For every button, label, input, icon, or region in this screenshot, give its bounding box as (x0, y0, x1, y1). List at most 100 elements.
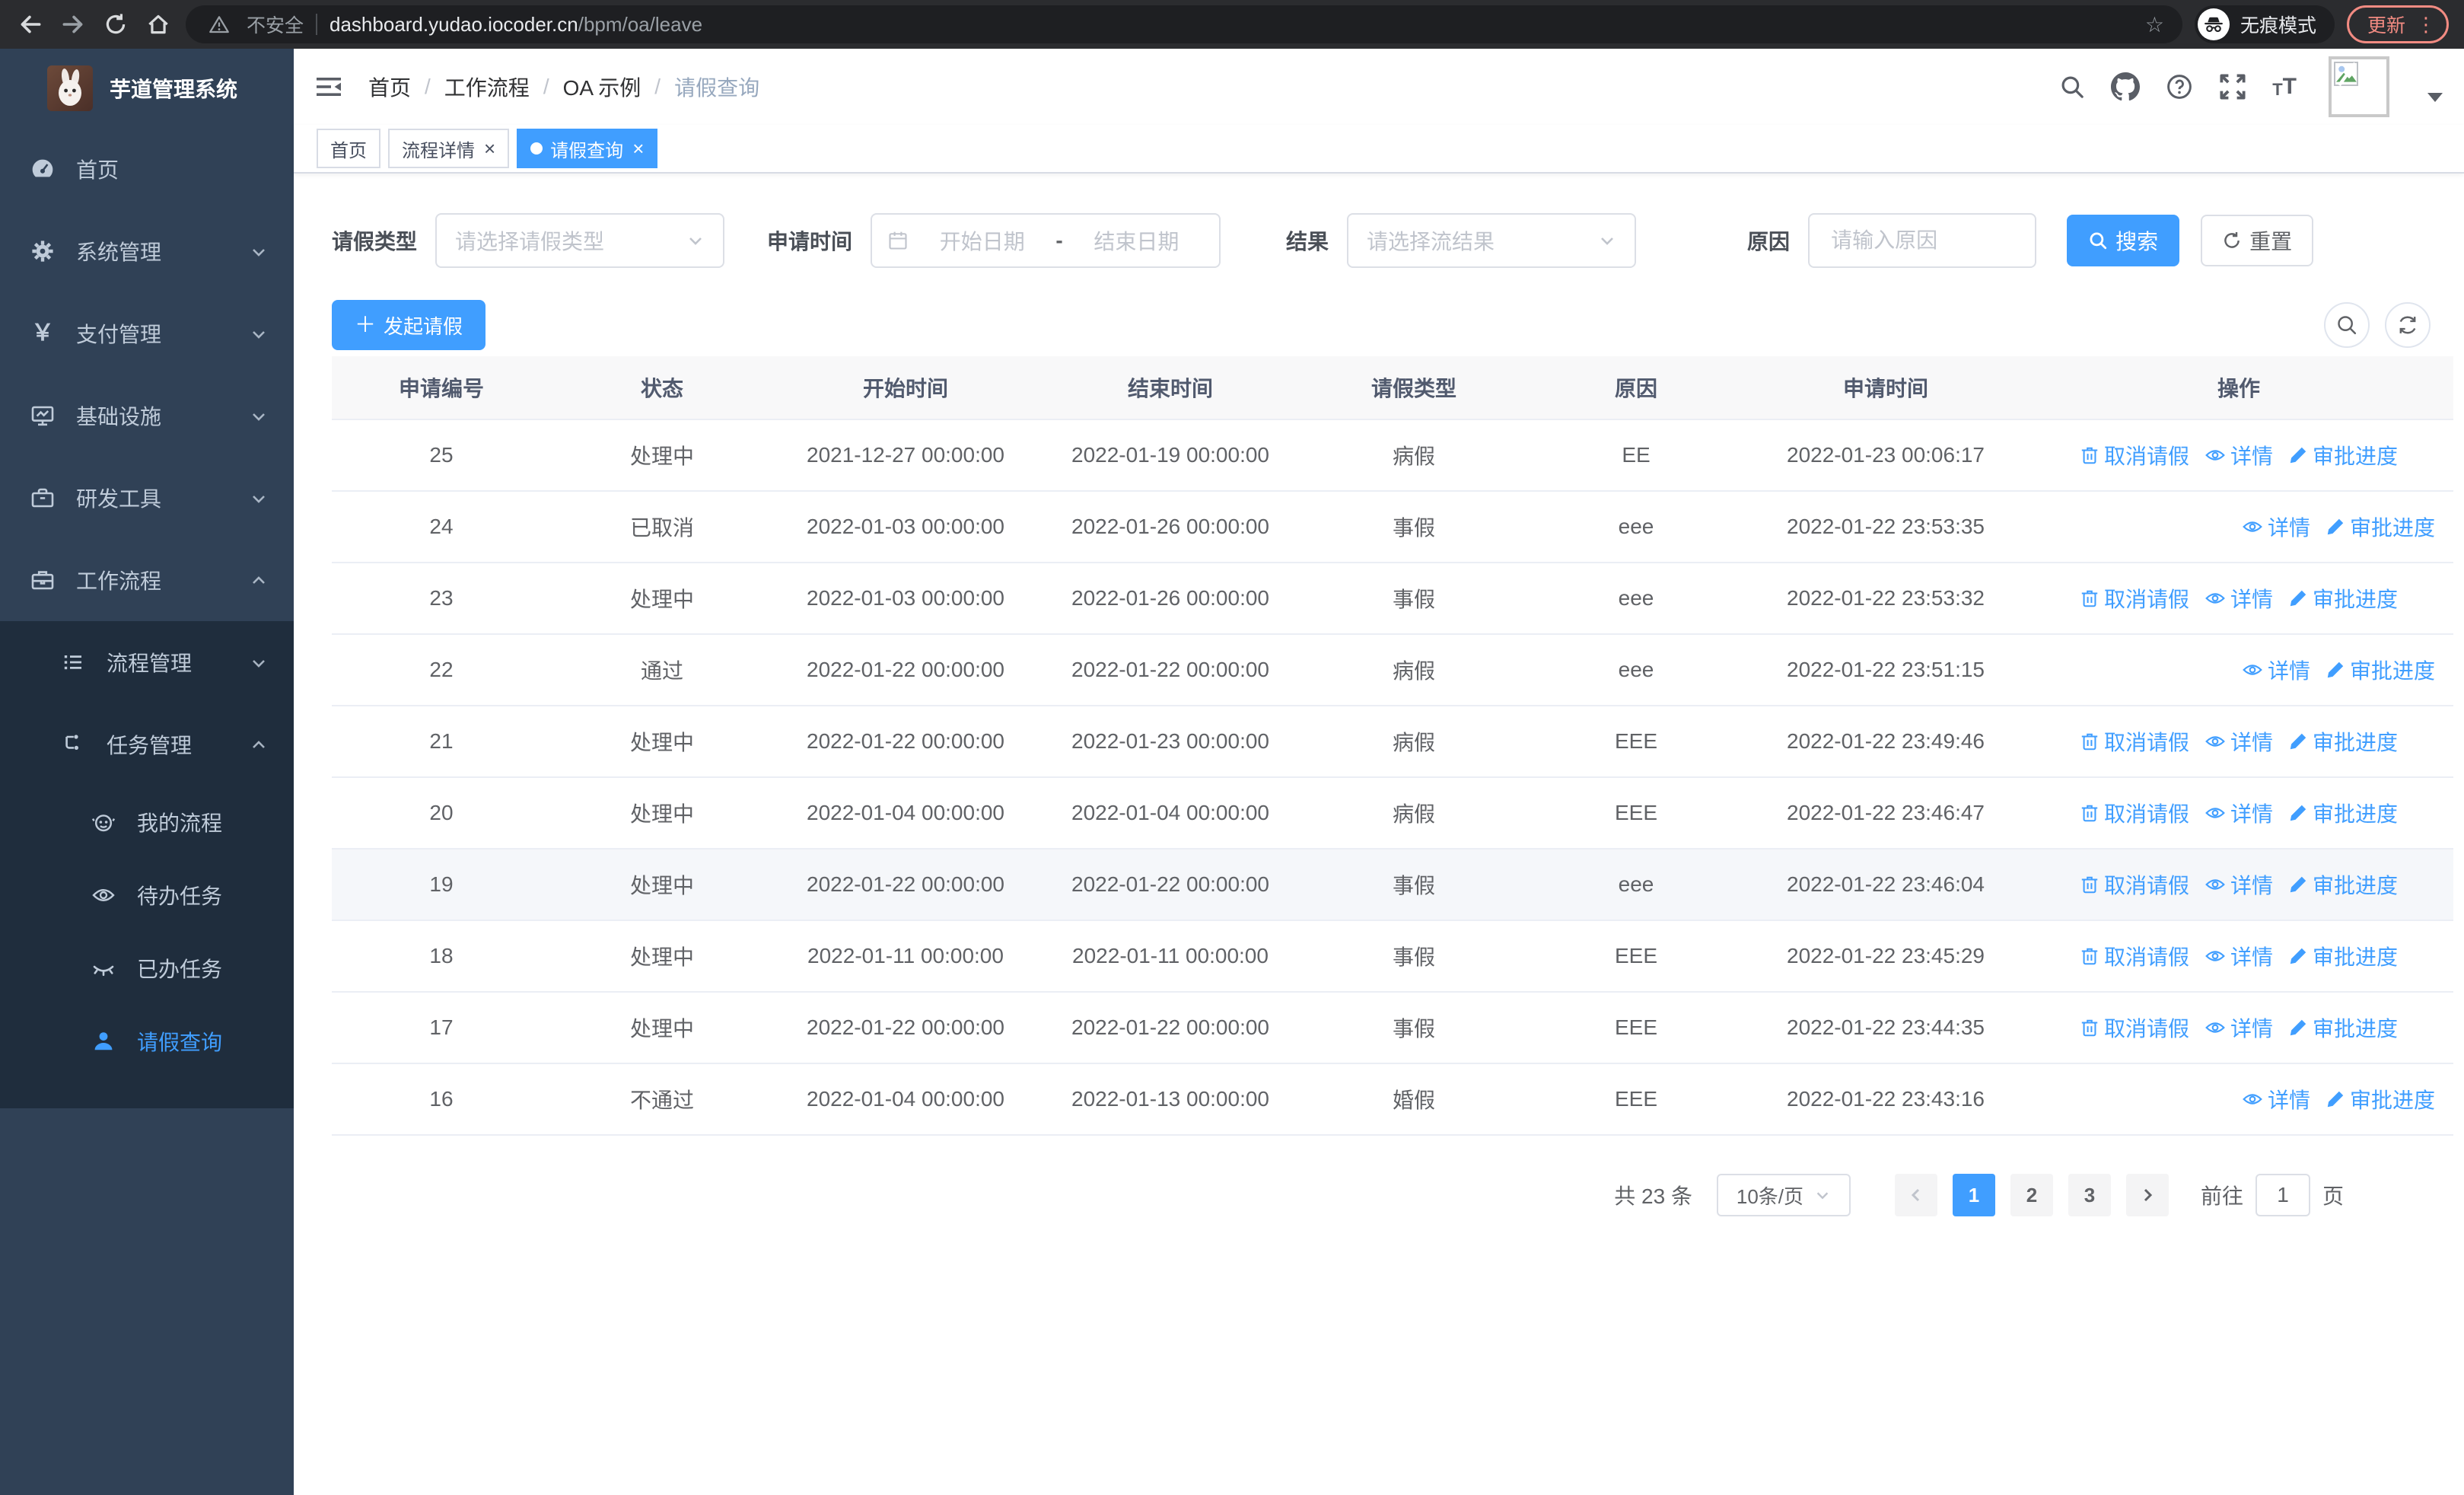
cell-type: 事假 (1392, 516, 1435, 540)
cancel-leave-link[interactable]: 取消请假 (2080, 798, 2189, 828)
date-separator: - (1055, 228, 1063, 252)
detail-link[interactable]: 详情 (2205, 583, 2273, 614)
detail-link[interactable]: 详情 (2205, 440, 2273, 470)
approval-progress-link[interactable]: 审批进度 (2288, 798, 2398, 828)
sidebar-item-done-tasks[interactable]: 已办任务 (0, 932, 294, 1005)
page-button-1[interactable]: 1 (1952, 1174, 1995, 1216)
approval-progress-link[interactable]: 审批进度 (2288, 941, 2398, 971)
tag-home[interactable]: 首页 (317, 129, 380, 168)
cell-id: 22 (429, 658, 454, 681)
approval-progress-link[interactable]: 审批进度 (2326, 1084, 2435, 1114)
cancel-leave-link[interactable]: 取消请假 (2080, 1012, 2189, 1043)
close-icon[interactable]: × (632, 139, 644, 158)
breadcrumb-home[interactable]: 首页 (368, 72, 411, 102)
cancel-leave-link[interactable]: 取消请假 (2080, 440, 2189, 470)
sidebar-item-label: 首页 (76, 158, 119, 182)
page-button-3[interactable]: 3 (2068, 1174, 2111, 1216)
tag-leave-query[interactable]: 请假查询 × (517, 129, 658, 168)
approval-progress-link[interactable]: 审批进度 (2288, 583, 2398, 614)
refresh-table-button[interactable] (2385, 302, 2431, 348)
date-start-placeholder[interactable]: 开始日期 (915, 225, 1049, 256)
reset-button[interactable]: 重置 (2201, 215, 2314, 266)
sidebar-menu: 首页 系统管理 ￥ 支付管理 基础设施 研发工具 工作流程 流程管理 任务管理 … (0, 128, 294, 1495)
sidebar-collapse-icon[interactable] (314, 72, 344, 102)
cancel-leave-link[interactable]: 取消请假 (2080, 941, 2189, 971)
detail-label: 详情 (2267, 659, 2310, 683)
detail-link[interactable]: 详情 (2205, 798, 2273, 828)
page-button-2[interactable]: 2 (2010, 1174, 2053, 1216)
page-size-select[interactable]: 10条/页 (1716, 1174, 1851, 1216)
pen-icon (2290, 733, 2306, 750)
cancel-leave-link[interactable]: 取消请假 (2080, 869, 2189, 900)
approval-progress-link[interactable]: 审批进度 (2288, 440, 2398, 470)
detail-link[interactable]: 详情 (2242, 655, 2310, 685)
update-button[interactable]: 更新 ⋮ (2346, 5, 2449, 43)
sidebar-item-system[interactable]: 系统管理 (0, 210, 294, 292)
sidebar-item-leave-query[interactable]: 请假查询 (0, 1005, 294, 1078)
table-header-row: 申请编号 状态 开始时间 结束时间 请假类型 原因 申请时间 操作 (332, 356, 2453, 420)
pen-icon (2327, 661, 2344, 678)
approval-progress-link[interactable]: 审批进度 (2326, 655, 2435, 685)
home-icon[interactable] (143, 9, 173, 40)
url-path: /bpm/oa/leave (578, 12, 703, 36)
detail-label: 详情 (2230, 445, 2273, 468)
next-page-button[interactable] (2125, 1174, 2169, 1216)
date-end-placeholder[interactable]: 结束日期 (1069, 225, 1204, 256)
sidebar-item-my-process[interactable]: 我的流程 (0, 786, 294, 859)
browser-menu-icon[interactable]: ⋮ (2416, 14, 2436, 34)
close-icon[interactable]: × (484, 139, 495, 158)
sidebar-item-devtools[interactable]: 研发工具 (0, 457, 294, 539)
back-icon[interactable] (15, 9, 46, 40)
approval-progress-link[interactable]: 审批进度 (2326, 512, 2435, 542)
fullscreen-icon[interactable] (2219, 73, 2246, 100)
search-button[interactable]: 搜索 (2067, 215, 2180, 266)
security-warning-icon[interactable] (204, 9, 234, 40)
sidebar-item-process-mgmt[interactable]: 流程管理 (0, 621, 294, 703)
list-icon (61, 650, 85, 674)
breadcrumb-oa-example[interactable]: OA 示例 (563, 72, 641, 102)
tag-label: 流程详情 (402, 140, 475, 161)
show-search-button[interactable] (2324, 302, 2370, 348)
github-icon[interactable] (2111, 72, 2141, 101)
goto-page-input[interactable] (2255, 1174, 2310, 1216)
reload-icon[interactable] (100, 9, 131, 40)
cancel-leave-link[interactable]: 取消请假 (2080, 726, 2189, 757)
address-bar[interactable]: 不安全 dashboard.yudao.iocoder.cn/bpm/oa/le… (186, 5, 2182, 43)
detail-link[interactable]: 详情 (2205, 726, 2273, 757)
bookmark-star-icon[interactable]: ☆ (2145, 12, 2164, 37)
tag-process-detail[interactable]: 流程详情 × (388, 129, 510, 168)
sidebar-item-workflow[interactable]: 工作流程 (0, 539, 294, 621)
sidebar-item-todo-tasks[interactable]: 待办任务 (0, 859, 294, 932)
detail-link[interactable]: 详情 (2242, 512, 2310, 542)
result-select[interactable]: 请选择流结果 (1347, 213, 1637, 268)
detail-label: 详情 (2230, 945, 2273, 969)
help-icon[interactable] (2166, 73, 2193, 100)
create-leave-button[interactable]: ＋ 发起请假 (332, 300, 486, 350)
sidebar-item-label: 系统管理 (76, 241, 162, 264)
eye-icon (2205, 593, 2225, 604)
reason-input[interactable] (1828, 227, 2017, 254)
leave-type-select[interactable]: 请选择请假类型 (435, 213, 725, 268)
forward-icon[interactable] (58, 9, 88, 40)
search-icon[interactable] (2059, 74, 2085, 100)
sidebar-item-infrastructure[interactable]: 基础设施 (0, 375, 294, 457)
apply-time-range-picker[interactable]: 开始日期 - 结束日期 (871, 213, 1221, 268)
sidebar-logo[interactable]: 芋道管理系统 (0, 49, 294, 128)
detail-link[interactable]: 详情 (2205, 941, 2273, 971)
approval-progress-link[interactable]: 审批进度 (2288, 1012, 2398, 1043)
cancel-leave-link[interactable]: 取消请假 (2080, 583, 2189, 614)
sidebar-item-task-mgmt[interactable]: 任务管理 (0, 703, 294, 786)
approval-progress-link[interactable]: 审批进度 (2288, 869, 2398, 900)
sidebar-item-payment[interactable]: ￥ 支付管理 (0, 292, 294, 375)
sidebar-item-home[interactable]: 首页 (0, 128, 294, 210)
detail-link[interactable]: 详情 (2205, 869, 2273, 900)
font-size-icon[interactable]: TT (2272, 75, 2297, 98)
breadcrumb-workflow[interactable]: 工作流程 (444, 72, 530, 102)
user-avatar[interactable] (2329, 56, 2389, 117)
detail-link[interactable]: 详情 (2205, 1012, 2273, 1043)
approval-progress-link[interactable]: 审批进度 (2288, 726, 2398, 757)
avatar-dropdown-icon[interactable] (2427, 93, 2443, 102)
cell-start: 2022-01-04 00:00:00 (807, 801, 1004, 824)
prev-page-button[interactable] (1894, 1174, 1937, 1216)
detail-link[interactable]: 详情 (2242, 1084, 2310, 1114)
